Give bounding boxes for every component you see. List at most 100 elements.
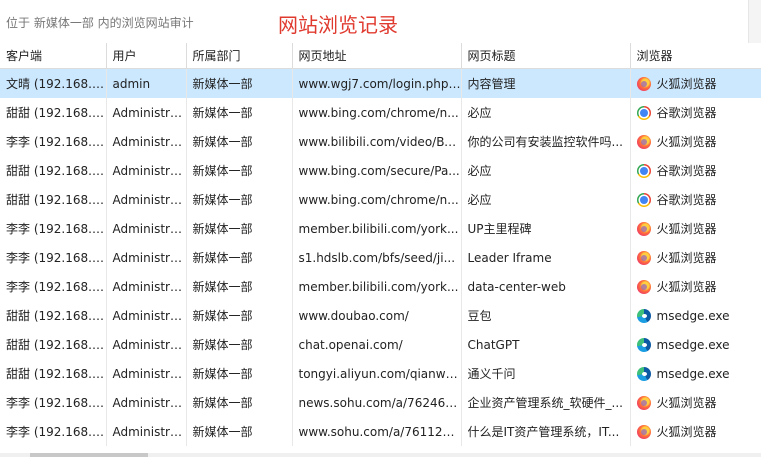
horizontal-scrollbar[interactable] — [0, 453, 761, 457]
firefox-icon — [636, 134, 651, 149]
column-header-url[interactable]: 网页地址 — [292, 43, 462, 69]
cell-department: 新媒体一部 — [186, 214, 293, 243]
table-row[interactable]: 李李 (192.168.1... Administra... 新媒体一部 news.s… — [0, 388, 761, 417]
browser-label: 火狐浏览器 — [656, 251, 717, 265]
table-row[interactable]: 李李 (192.168.1... Administra... 新媒体一部 www.so… — [0, 417, 761, 446]
cell-department: 新媒体一部 — [186, 417, 293, 446]
cell-user: Administra... — [106, 301, 187, 330]
column-header-department[interactable]: 所属部门 — [186, 43, 293, 69]
cell-url: www.bing.com/chrome/n... — [292, 98, 462, 127]
edge-icon — [636, 366, 651, 381]
cell-department: 新媒体一部 — [186, 156, 293, 185]
browsing-history-table: 客户端 用户 所属部门 网页地址 网页标题 浏览器 文晴 (192.168.1.… — [0, 43, 761, 446]
cell-page-title: 企业资产管理系统_软硬件_... — [461, 388, 631, 417]
cell-page-title: UP主里程碑 — [461, 214, 631, 243]
browser-label: 谷歌浏览器 — [656, 106, 717, 120]
browser-label: msedge.exe — [656, 308, 730, 323]
browser-label: 谷歌浏览器 — [656, 193, 717, 207]
column-header-client[interactable]: 客户端 — [0, 43, 107, 69]
cell-user: admin — [106, 68, 187, 98]
browser-label: 火狐浏览器 — [656, 396, 717, 410]
table-row[interactable]: 甜甜 (192.168.1... Administra... 新媒体一部 www.bi… — [0, 98, 761, 127]
table-row[interactable]: 甜甜 (192.168.1... Administra... 新媒体一部 www.bi… — [0, 156, 761, 185]
cell-client: 李李 (192.168.1... — [0, 243, 107, 272]
cell-user: Administra... — [106, 98, 187, 127]
browser-label: 火狐浏览器 — [656, 425, 717, 439]
cell-client: 甜甜 (192.168.1... — [0, 98, 107, 127]
cell-department: 新媒体一部 — [186, 185, 293, 214]
table-row[interactable]: 甜甜 (192.168.1... Administra... 新媒体一部 tongyi… — [0, 359, 761, 388]
cell-browser: msedge.exe — [630, 330, 761, 359]
cell-url: news.sohu.com/a/762465... — [292, 388, 462, 417]
cell-department: 新媒体一部 — [186, 388, 293, 417]
cell-url: member.bilibili.com/york... — [292, 214, 462, 243]
location-breadcrumb: 位于 新媒体一部 内的浏览网站审计 — [6, 16, 194, 30]
chrome-icon — [636, 163, 651, 178]
cell-client: 李李 (192.168.1... — [0, 127, 107, 156]
firefox-icon — [636, 250, 651, 265]
cell-user: Administra... — [106, 185, 187, 214]
cell-client: 甜甜 (192.168.1... — [0, 185, 107, 214]
top-bar: 位于 新媒体一部 内的浏览网站审计 网站浏览记录 — [0, 0, 761, 44]
table-row[interactable]: 文晴 (192.168.1... admin 新媒体一部 www.wgj7.com/l… — [0, 68, 761, 98]
cell-url: www.bing.com/chrome/n... — [292, 185, 462, 214]
table-row[interactable]: 甜甜 (192.168.1... Administra... 新媒体一部 www.bi… — [0, 185, 761, 214]
browser-label: 火狐浏览器 — [656, 77, 717, 91]
firefox-icon — [636, 395, 651, 410]
cell-department: 新媒体一部 — [186, 272, 293, 301]
cell-browser: 火狐浏览器 — [630, 417, 761, 446]
cell-client: 甜甜 (192.168.1... — [0, 330, 107, 359]
cell-user: Administra... — [106, 156, 187, 185]
table-row[interactable]: 李李 (192.168.1... Administra... 新媒体一部 s1.hds… — [0, 243, 761, 272]
cell-url: chat.openai.com/ — [292, 330, 462, 359]
cell-page-title: 内容管理 — [461, 68, 631, 98]
cell-client: 甜甜 (192.168.1... — [0, 156, 107, 185]
edge-icon — [636, 337, 651, 352]
browser-label: 火狐浏览器 — [656, 135, 717, 149]
cell-browser: msedge.exe — [630, 301, 761, 330]
column-header-user[interactable]: 用户 — [106, 43, 187, 69]
column-header-page-title[interactable]: 网页标题 — [461, 43, 631, 69]
cell-browser: 火狐浏览器 — [630, 68, 761, 98]
scrollbar-thumb[interactable] — [30, 453, 148, 457]
cell-browser: msedge.exe — [630, 359, 761, 388]
table-row[interactable]: 李李 (192.168.1... Administra... 新媒体一部 www.bi… — [0, 127, 761, 156]
table-row[interactable]: 李李 (192.168.1... Administra... 新媒体一部 member… — [0, 272, 761, 301]
cell-browser: 火狐浏览器 — [630, 127, 761, 156]
table-row[interactable]: 甜甜 (192.168.1... Administra... 新媒体一部 chat.o… — [0, 330, 761, 359]
cell-department: 新媒体一部 — [186, 98, 293, 127]
cell-page-title: data-center-web — [461, 272, 631, 301]
cell-url: member.bilibili.com/york... — [292, 272, 462, 301]
cell-page-title: 必应 — [461, 98, 631, 127]
cell-page-title: 通义千问 — [461, 359, 631, 388]
cell-browser: 火狐浏览器 — [630, 214, 761, 243]
cell-page-title: 豆包 — [461, 301, 631, 330]
cell-user: Administra... — [106, 330, 187, 359]
cell-client: 文晴 (192.168.1... — [0, 68, 107, 98]
cell-client: 甜甜 (192.168.1... — [0, 301, 107, 330]
cell-browser: 火狐浏览器 — [630, 243, 761, 272]
browser-label: 火狐浏览器 — [656, 222, 717, 236]
firefox-icon — [636, 424, 651, 439]
table-header-row: 客户端 用户 所属部门 网页地址 网页标题 浏览器 — [0, 43, 761, 69]
column-header-browser[interactable]: 浏览器 — [630, 43, 761, 69]
cell-page-title: ChatGPT — [461, 330, 631, 359]
edge-icon — [636, 308, 651, 323]
cell-user: Administra... — [106, 388, 187, 417]
cell-browser: 火狐浏览器 — [630, 272, 761, 301]
page-title: 网站浏览记录 — [278, 13, 398, 37]
cell-user: Administra... — [106, 127, 187, 156]
table-row[interactable]: 甜甜 (192.168.1... Administra... 新媒体一部 www.do… — [0, 301, 761, 330]
chrome-icon — [636, 192, 651, 207]
cell-client: 甜甜 (192.168.1... — [0, 359, 107, 388]
cell-url: www.bing.com/secure/Pa... — [292, 156, 462, 185]
cell-page-title: 必应 — [461, 185, 631, 214]
table-row[interactable]: 李李 (192.168.1... Administra... 新媒体一部 member… — [0, 214, 761, 243]
cell-url: www.wgj7.com/login.php?... — [292, 68, 462, 98]
cell-client: 李李 (192.168.1... — [0, 272, 107, 301]
firefox-icon — [636, 221, 651, 236]
cell-client: 李李 (192.168.1... — [0, 417, 107, 446]
cell-department: 新媒体一部 — [186, 243, 293, 272]
firefox-icon — [636, 279, 651, 294]
cell-browser: 谷歌浏览器 — [630, 156, 761, 185]
